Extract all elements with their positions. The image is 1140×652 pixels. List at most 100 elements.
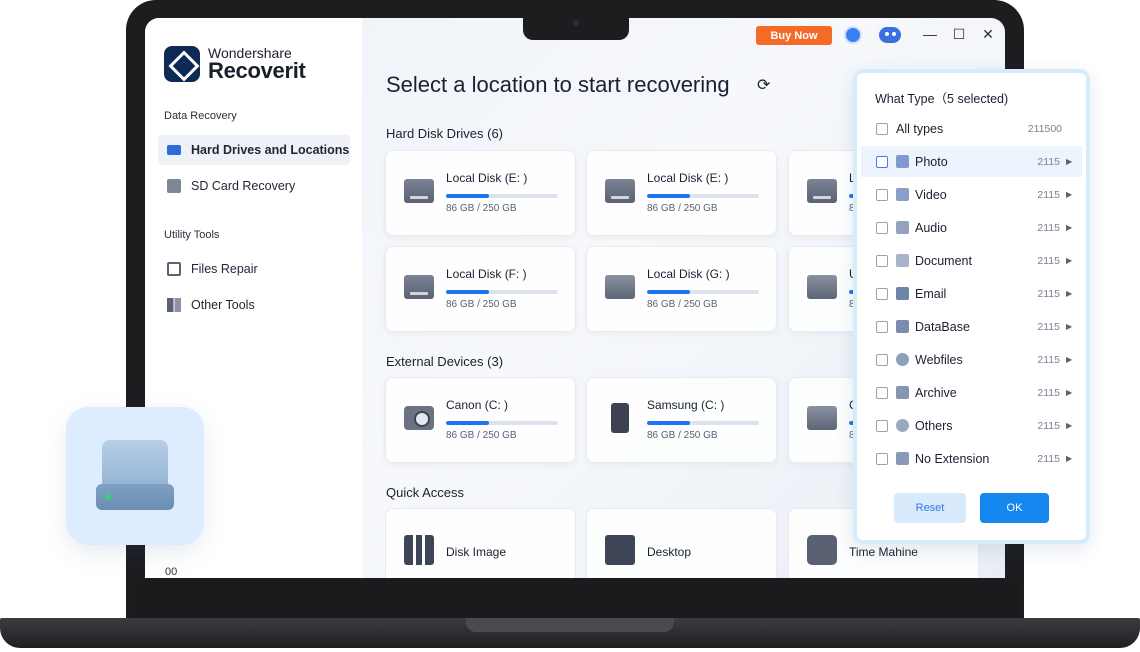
hard-drive-icon: [605, 179, 635, 203]
chevron-right-icon[interactable]: ▶: [1066, 388, 1072, 397]
others-icon: [896, 419, 909, 432]
checkbox[interactable]: [876, 419, 888, 432]
camera-icon: [404, 406, 434, 430]
chevron-right-icon[interactable]: ▶: [1066, 223, 1072, 232]
refresh-icon[interactable]: ⟳: [757, 75, 770, 95]
device-name: Samsung (C: ): [647, 398, 725, 412]
type-label: Archive: [915, 385, 957, 400]
type-row-database[interactable]: DataBase 2115 ▶: [861, 311, 1082, 342]
type-label: Video: [915, 187, 947, 202]
camera-notch: [523, 18, 629, 40]
quick-access-disk-image[interactable]: Disk Image: [385, 508, 576, 578]
checkbox[interactable]: [876, 320, 888, 333]
type-label: Webfiles: [915, 352, 963, 367]
external-drive-icon: [807, 406, 837, 430]
sidebar-footer: 00: [165, 566, 178, 578]
type-label: Others: [915, 418, 953, 433]
floating-drive-tile: [66, 407, 204, 545]
drive-size: 86 GB / 250 GB: [446, 299, 517, 310]
user-avatar-icon[interactable]: [844, 26, 862, 44]
quick-access-desktop[interactable]: Desktop: [586, 508, 777, 578]
type-row-email[interactable]: Email 2115 ▶: [861, 278, 1082, 309]
type-row-archive[interactable]: Archive 2115 ▶: [861, 377, 1082, 408]
maximize-icon[interactable]: ☐: [951, 26, 967, 42]
hard-drive-icon: [404, 179, 434, 203]
type-row-all[interactable]: All types 211500: [861, 113, 1082, 144]
product-name: Recoverit: [208, 58, 306, 83]
drive-name: Local Disk (E: ): [647, 171, 729, 185]
minimize-icon[interactable]: —: [922, 26, 938, 42]
external-section-title: External Devices (3): [386, 354, 504, 369]
drive-card[interactable]: Local Disk (E: ) 86 GB / 250 GB: [586, 150, 777, 236]
hard-drive-icon: [404, 275, 434, 299]
reset-button[interactable]: Reset: [894, 493, 966, 523]
audio-icon: [896, 221, 909, 234]
sidebar-item-other-tools[interactable]: Other Tools: [158, 290, 350, 320]
checkbox[interactable]: [876, 122, 888, 135]
type-count: 211500: [1027, 122, 1062, 135]
sidebar-item-label: SD Card Recovery: [191, 179, 296, 193]
chevron-right-icon[interactable]: ▶: [1066, 289, 1072, 298]
drive-card[interactable]: Local Disk (F: ) 86 GB / 250 GB: [385, 246, 576, 332]
type-label: Photo: [915, 154, 948, 169]
sidebar-item-files-repair[interactable]: Files Repair: [158, 254, 350, 284]
laptop-bezel-bottom: [130, 578, 1020, 618]
ok-button[interactable]: OK: [980, 493, 1049, 523]
sd-card-icon: [167, 179, 181, 193]
type-row-webfiles[interactable]: Webfiles 2115 ▶: [861, 344, 1082, 375]
type-row-photo[interactable]: Photo 2115 ▶: [861, 146, 1082, 177]
sidebar-item-sd-card[interactable]: SD Card Recovery: [158, 171, 350, 201]
type-label: All types: [896, 121, 944, 136]
buy-now-button[interactable]: Buy Now: [756, 26, 832, 45]
type-count: 2115: [1037, 452, 1060, 465]
drive-name: Local Disk (E: ): [446, 171, 528, 185]
chevron-right-icon[interactable]: ▶: [1066, 157, 1072, 166]
usb-drive-icon: [807, 275, 837, 299]
robot-assistant-icon[interactable]: [875, 23, 905, 47]
type-count: 2115: [1037, 221, 1060, 234]
checkbox[interactable]: [876, 188, 888, 201]
camera-icon: [573, 20, 579, 26]
recoverit-logo-icon: [164, 46, 200, 82]
usage-bar: [446, 421, 558, 425]
desktop-icon: [605, 535, 635, 565]
hard-drive-icon: [807, 179, 837, 203]
type-row-video[interactable]: Video 2115 ▶: [861, 179, 1082, 210]
quick-access-label: Disk Image: [446, 545, 507, 559]
type-row-others[interactable]: Others 2115 ▶: [861, 410, 1082, 441]
quick-access-label: Desktop: [647, 545, 692, 559]
type-row-no-extension[interactable]: No Extension 2115 ▶: [861, 443, 1082, 474]
drive-card[interactable]: Local Disk (G: ) 86 GB / 250 GB: [586, 246, 777, 332]
close-icon[interactable]: ✕: [980, 26, 996, 42]
chevron-right-icon[interactable]: ▶: [1066, 322, 1072, 331]
usb-drive-icon: [605, 275, 635, 299]
checkbox[interactable]: [876, 155, 888, 168]
checkbox[interactable]: [876, 452, 888, 465]
app-logo: Wondershare Recoverit: [164, 46, 306, 82]
type-row-audio[interactable]: Audio 2115 ▶: [861, 212, 1082, 243]
chevron-right-icon[interactable]: ▶: [1066, 421, 1072, 430]
device-size: 86 GB / 250 GB: [647, 430, 718, 441]
type-count: 2115: [1037, 320, 1060, 333]
type-label: Email: [915, 286, 947, 301]
chevron-right-icon[interactable]: ▶: [1066, 355, 1072, 364]
chevron-right-icon[interactable]: ▶: [1066, 190, 1072, 199]
checkbox[interactable]: [876, 254, 888, 267]
checkbox[interactable]: [876, 221, 888, 234]
checkbox[interactable]: [876, 353, 888, 366]
hard-disk-section-title: Hard Disk Drives (6): [386, 126, 504, 141]
chevron-right-icon[interactable]: ▶: [1066, 454, 1072, 463]
hard-drive-icon: [167, 145, 181, 155]
device-card[interactable]: Samsung (C: ) 86 GB / 250 GB: [586, 377, 777, 463]
device-size: 86 GB / 250 GB: [446, 430, 517, 441]
video-icon: [896, 188, 909, 201]
type-row-document[interactable]: Document 2115 ▶: [861, 245, 1082, 276]
drive-size: 86 GB / 250 GB: [647, 203, 718, 214]
drive-card[interactable]: Local Disk (E: ) 86 GB / 250 GB: [385, 150, 576, 236]
checkbox[interactable]: [876, 287, 888, 300]
webfiles-icon: [896, 353, 909, 366]
sidebar-item-hard-drives[interactable]: Hard Drives and Locations: [158, 135, 350, 165]
chevron-right-icon[interactable]: ▶: [1066, 256, 1072, 265]
device-card[interactable]: Canon (C: ) 86 GB / 250 GB: [385, 377, 576, 463]
checkbox[interactable]: [876, 386, 888, 399]
